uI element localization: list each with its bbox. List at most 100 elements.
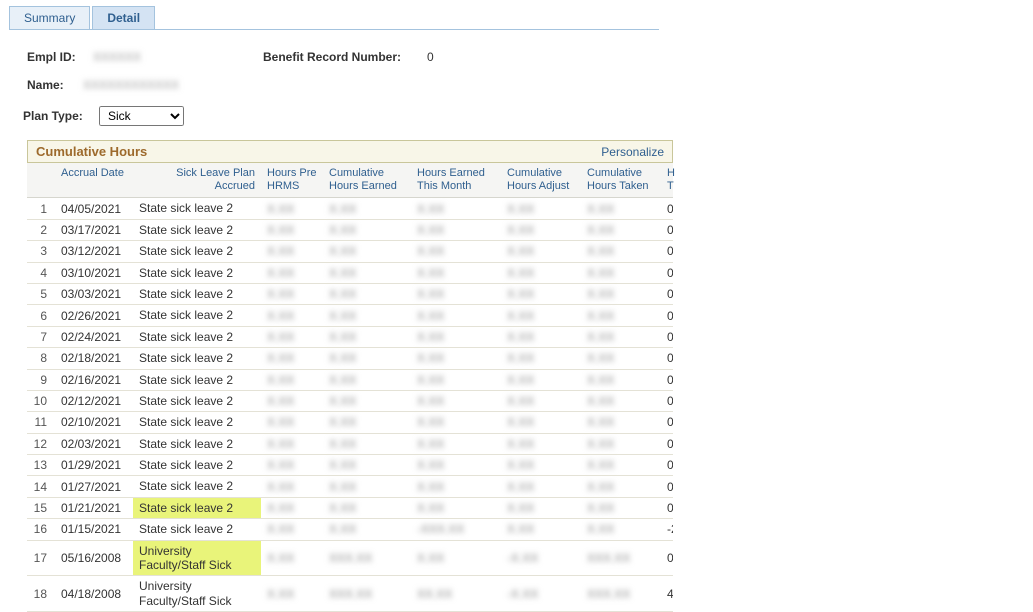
row-idx: 18 [27,576,55,612]
col-cum-adjust[interactable]: Cumulative Hours Adjust [501,163,581,198]
row-date: 04/05/2021 [55,198,133,219]
row-cum-earned: X.XX [323,241,411,262]
table-row[interactable]: 802/18/2021State sick leave 2X.XXX.XXX.X… [27,348,673,369]
row-cum-adjust: X.XX [501,433,581,454]
table-row[interactable]: 1501/21/2021State sick leave 2X.XXX.XXX.… [27,497,673,518]
row-cum-adjust: X.XX [501,390,581,411]
row-ht: 0 [661,283,673,304]
benefit-record-value: 0 [427,50,434,64]
col-idx[interactable] [27,163,55,198]
row-cum-taken: X.XX [581,241,661,262]
row-date: 02/26/2021 [55,305,133,326]
table-row[interactable]: 1102/10/2021State sick leave 2X.XXX.XXX.… [27,412,673,433]
empl-id-label: Empl ID: [27,50,87,64]
table-row[interactable]: 503/03/2021State sick leave 2X.XXX.XXX.X… [27,283,673,304]
table-row[interactable]: 1401/27/2021State sick leave 2X.XXX.XXX.… [27,476,673,497]
col-ht[interactable]: H T [661,163,673,198]
col-hours-month[interactable]: Hours Earned This Month [411,163,501,198]
row-date: 02/18/2021 [55,348,133,369]
tab-summary[interactable]: Summary [9,6,90,29]
row-date: 05/16/2008 [55,540,133,576]
table-row[interactable]: 602/26/2021State sick leave 2X.XXX.XXX.X… [27,305,673,326]
row-ht: 0 [661,455,673,476]
table-row[interactable]: 403/10/2021State sick leave 2X.XXX.XXX.X… [27,262,673,283]
row-cum-adjust: X.XX [501,455,581,476]
row-hours-pre: X.XX [261,576,323,612]
row-date: 03/17/2021 [55,219,133,240]
row-hours-month: X.XX [411,476,501,497]
row-hours-month: X.XX [411,198,501,219]
table-row[interactable]: 902/16/2021State sick leave 2X.XXX.XXX.X… [27,369,673,390]
row-idx: 16 [27,519,55,540]
table-row[interactable]: 303/12/2021State sick leave 2X.XXX.XXX.X… [27,241,673,262]
row-hours-pre: X.XX [261,283,323,304]
row-date: 02/10/2021 [55,412,133,433]
table-row[interactable]: 1301/29/2021State sick leave 2X.XXX.XXX.… [27,455,673,476]
table-row[interactable]: 203/17/2021State sick leave 2X.XXX.XXX.X… [27,219,673,240]
benefit-record-label: Benefit Record Number: [263,50,401,64]
col-sick-leave-plan[interactable]: Sick Leave Plan Accrued [133,163,261,198]
table-row[interactable]: 1002/12/2021State sick leave 2X.XXX.XXX.… [27,390,673,411]
table-row[interactable]: 702/24/2021State sick leave 2X.XXX.XXX.X… [27,326,673,347]
row-hours-month: X.XX [411,390,501,411]
row-cum-taken: X.XX [581,497,661,518]
table-row[interactable]: 1804/18/2008University Faculty/Staff Sic… [27,576,673,612]
row-cum-adjust: X.XX [501,305,581,326]
row-date: 02/03/2021 [55,433,133,454]
row-idx: 1 [27,198,55,219]
row-cum-adjust: X.XX [501,412,581,433]
cumulative-hours-table: Accrual Date Sick Leave Plan Accrued Hou… [27,163,673,612]
row-hours-month: X.XX [411,497,501,518]
row-cum-adjust: X.XX [501,326,581,347]
col-accrual-date[interactable]: Accrual Date [55,163,133,198]
row-cum-earned: X.XX [323,455,411,476]
row-cum-adjust: X.XX [501,476,581,497]
row-cum-taken: X.XX [581,433,661,454]
table-row[interactable]: 1601/15/2021State sick leave 2X.XXX.XX-X… [27,519,673,540]
row-cum-earned: X.XX [323,390,411,411]
table-row[interactable]: 1705/16/2008University Faculty/Staff Sic… [27,540,673,576]
row-cum-earned: X.XX [323,219,411,240]
row-date: 03/10/2021 [55,262,133,283]
row-plan: State sick leave 2 [133,348,261,369]
row-hours-pre: X.XX [261,326,323,347]
plan-type-select[interactable]: Sick [99,106,184,126]
row-hours-pre: X.XX [261,412,323,433]
row-date: 02/24/2021 [55,326,133,347]
row-idx: 9 [27,369,55,390]
row-cum-taken: X.XX [581,348,661,369]
row-cum-adjust: X.XX [501,369,581,390]
row-cum-taken: XXX.XX [581,576,661,612]
row-ht: 4 [661,576,673,612]
row-idx: 15 [27,497,55,518]
row-idx: 12 [27,433,55,454]
row-plan: State sick leave 2 [133,433,261,454]
row-cum-adjust: X.XX [501,348,581,369]
row-plan: State sick leave 2 [133,241,261,262]
table-row[interactable]: 1202/03/2021State sick leave 2X.XXX.XXX.… [27,433,673,454]
row-date: 01/27/2021 [55,476,133,497]
col-cum-taken[interactable]: Cumulative Hours Taken [581,163,661,198]
row-plan: State sick leave 2 [133,476,261,497]
row-plan: State sick leave 2 [133,219,261,240]
row-cum-earned: X.XX [323,433,411,454]
row-plan: State sick leave 2 [133,198,261,219]
tab-detail[interactable]: Detail [92,6,155,29]
table-row[interactable]: 104/05/2021State sick leave 2X.XXX.XXX.X… [27,198,673,219]
row-hours-month: X.XX [411,455,501,476]
row-cum-taken: X.XX [581,305,661,326]
row-cum-taken: X.XX [581,283,661,304]
row-cum-adjust: X.XX [501,497,581,518]
row-ht: 0 [661,540,673,576]
row-hours-pre: X.XX [261,305,323,326]
personalize-link[interactable]: Personalize [601,145,664,159]
row-cum-taken: X.XX [581,262,661,283]
row-cum-earned: X.XX [323,476,411,497]
row-hours-pre: X.XX [261,241,323,262]
row-plan: State sick leave 2 [133,369,261,390]
row-date: 01/29/2021 [55,455,133,476]
col-cum-earned[interactable]: Cumulative Hours Earned [323,163,411,198]
row-ht: -2 [661,519,673,540]
row-idx: 5 [27,283,55,304]
col-hours-pre[interactable]: Hours Pre HRMS [261,163,323,198]
